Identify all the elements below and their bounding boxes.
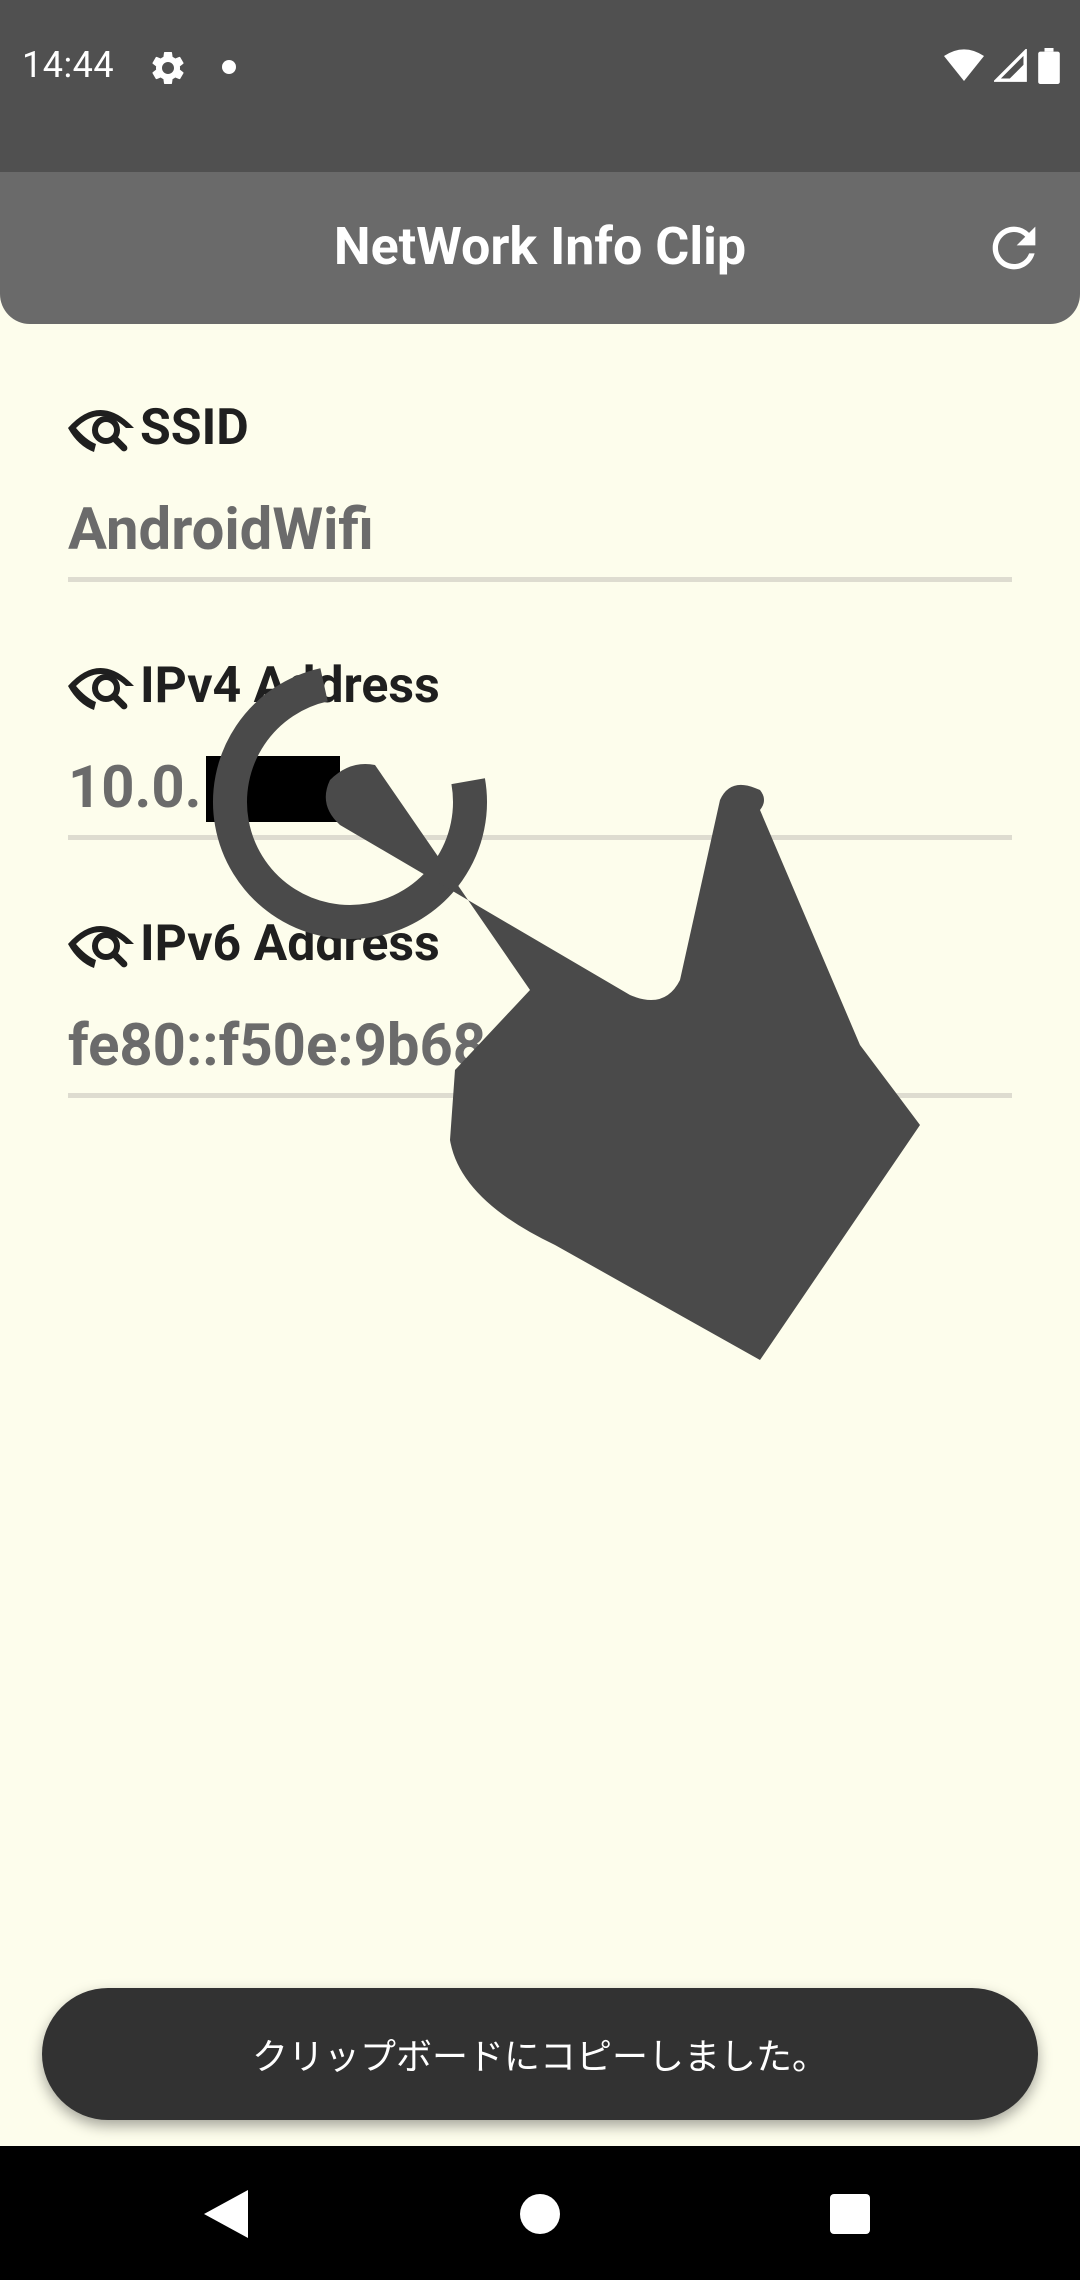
redaction-block — [206, 756, 340, 822]
recents-icon[interactable] — [830, 2194, 870, 2234]
info-item-ssid[interactable]: SSID AndroidWifi — [68, 324, 1012, 582]
divider — [68, 1093, 1012, 1098]
notification-dot-icon — [222, 60, 236, 74]
battery-icon — [1038, 48, 1060, 84]
refresh-icon[interactable] — [982, 216, 1046, 280]
info-label: SSID — [140, 399, 249, 457]
status-icons — [944, 44, 1060, 88]
info-value: AndroidWifi — [68, 496, 374, 564]
settings-icon — [152, 51, 184, 84]
status-time: 14:44 — [22, 44, 115, 86]
info-label-row: IPv6 Address — [68, 915, 440, 973]
navigation-bar — [0, 2146, 1080, 2280]
wifi-icon — [944, 49, 984, 81]
info-label: IPv4 Address — [140, 657, 440, 715]
status-bar: 14:44 — [0, 0, 1080, 172]
info-value: 10.0. — [68, 754, 202, 822]
eye-search-icon — [68, 926, 134, 968]
info-value: fe80::f50e:9b68 — [68, 1012, 487, 1080]
info-label-row: IPv4 Address — [68, 657, 440, 715]
info-item-ipv6[interactable]: IPv6 Address fe80::f50e:9b68 — [68, 840, 1012, 1098]
info-label-row: SSID — [68, 399, 249, 457]
home-icon[interactable] — [520, 2194, 560, 2234]
network-info-list: SSID AndroidWifi IPv4 Address 10.0. IPv6… — [68, 324, 1012, 1098]
cellular-signal-icon — [994, 49, 1027, 82]
info-label: IPv6 Address — [140, 915, 440, 973]
eye-search-icon — [68, 410, 134, 452]
eye-search-icon — [68, 668, 134, 710]
back-icon[interactable] — [204, 2190, 248, 2238]
app-title: NetWork Info Clip — [333, 216, 747, 277]
toast-message: クリップボードにコピーしました。 — [42, 1988, 1038, 2120]
app-bar: NetWork Info Clip — [0, 172, 1080, 324]
